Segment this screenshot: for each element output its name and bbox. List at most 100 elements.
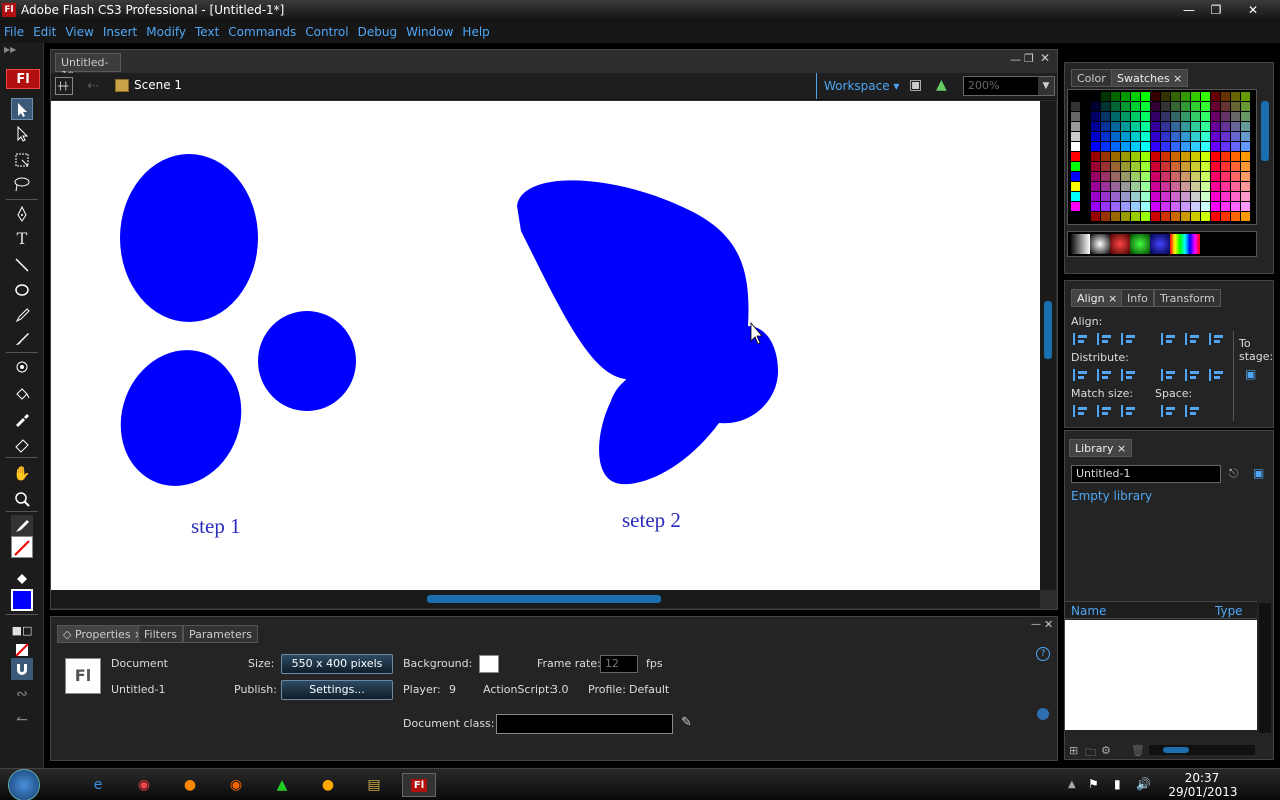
column-type[interactable]: Type [1215, 604, 1243, 618]
color-swatch[interactable] [1111, 152, 1120, 161]
color-swatch[interactable] [1231, 162, 1240, 171]
color-swatch[interactable] [1191, 102, 1200, 111]
color-swatch[interactable] [1091, 102, 1100, 111]
color-swatch[interactable] [1161, 212, 1170, 221]
color-swatch[interactable] [1161, 152, 1170, 161]
color-swatch[interactable] [1091, 152, 1100, 161]
color-swatch[interactable] [1091, 92, 1100, 101]
color-swatch[interactable] [1151, 132, 1160, 141]
color-swatch[interactable] [1081, 162, 1090, 171]
free-transform-tool-icon[interactable] [11, 149, 33, 171]
color-swatch[interactable] [1121, 202, 1130, 211]
distribute-hcenter-icon[interactable] [1185, 369, 1201, 381]
color-swatch[interactable] [1231, 132, 1240, 141]
menu-file[interactable]: File [0, 22, 29, 39]
frame-rate-input[interactable]: 12 [600, 655, 638, 673]
space-horizontal-icon[interactable] [1185, 405, 1201, 417]
tab-parameters[interactable]: Parameters [183, 625, 258, 643]
color-swatch[interactable] [1071, 192, 1080, 201]
color-swatch[interactable] [1191, 162, 1200, 171]
horizontal-scrollbar[interactable] [51, 590, 1040, 608]
color-swatch[interactable] [1211, 172, 1220, 181]
color-swatch[interactable] [1141, 172, 1150, 181]
color-swatch[interactable] [1111, 212, 1120, 221]
speaker-icon[interactable]: 🔊 [1136, 777, 1151, 791]
color-swatch[interactable] [1081, 182, 1090, 191]
color-swatch[interactable] [1101, 202, 1110, 211]
color-swatch[interactable] [1191, 172, 1200, 181]
color-swatch[interactable] [1211, 202, 1220, 211]
color-swatch[interactable] [1141, 182, 1150, 191]
color-swatch[interactable] [1111, 162, 1120, 171]
color-swatch[interactable] [1111, 182, 1120, 191]
color-swatch[interactable] [1081, 92, 1090, 101]
color-swatch[interactable] [1141, 192, 1150, 201]
color-swatch[interactable] [1201, 132, 1210, 141]
color-swatch[interactable] [1241, 102, 1250, 111]
color-swatch[interactable] [1141, 102, 1150, 111]
color-swatch[interactable] [1201, 152, 1210, 161]
color-swatch[interactable] [1241, 122, 1250, 131]
new-symbol-icon[interactable]: ⊞ [1069, 744, 1078, 757]
match-height-icon[interactable] [1097, 405, 1113, 417]
color-swatch[interactable] [1171, 92, 1180, 101]
stroke-swatch[interactable] [11, 536, 33, 558]
color-swatch[interactable] [1121, 212, 1130, 221]
color-swatch[interactable] [1241, 162, 1250, 171]
color-swatch[interactable] [1071, 182, 1080, 191]
collapse-arrow-icon[interactable]: ▶▶ [4, 46, 40, 54]
color-swatch[interactable] [1131, 152, 1140, 161]
color-swatch[interactable] [1181, 92, 1190, 101]
clock-date[interactable]: 29/01/2013 [1168, 785, 1238, 799]
color-swatch[interactable] [1121, 102, 1130, 111]
color-swatch[interactable] [1171, 172, 1180, 181]
color-swatch[interactable] [1131, 112, 1140, 121]
color-swatch[interactable] [1161, 112, 1170, 121]
color-swatch[interactable] [1131, 162, 1140, 171]
color-swatch[interactable] [1221, 202, 1230, 211]
align-right-icon[interactable] [1121, 333, 1137, 345]
match-both-icon[interactable] [1121, 405, 1137, 417]
color-swatch[interactable] [1131, 212, 1140, 221]
color-swatch[interactable] [1071, 122, 1080, 131]
color-swatch[interactable] [1181, 112, 1190, 121]
color-swatch[interactable] [1171, 212, 1180, 221]
color-swatch[interactable] [1081, 192, 1090, 201]
color-swatch[interactable] [1151, 202, 1160, 211]
distribute-top-icon[interactable] [1073, 369, 1089, 381]
line-tool-icon[interactable] [11, 254, 33, 276]
paint-bucket-tool-icon[interactable] [11, 383, 33, 405]
color-swatch[interactable] [1181, 142, 1190, 151]
ink-bottle-tool-icon[interactable] [11, 356, 33, 378]
color-swatch[interactable] [1211, 142, 1220, 151]
color-swatch[interactable] [1231, 182, 1240, 191]
color-swatch[interactable] [1101, 112, 1110, 121]
color-swatch[interactable] [1211, 122, 1220, 131]
doc-minimize-icon[interactable]: — [1010, 53, 1021, 66]
color-swatch[interactable] [1091, 122, 1100, 131]
settings-button[interactable]: Settings... [281, 680, 393, 700]
color-swatch[interactable] [1241, 192, 1250, 201]
menu-text[interactable]: Text [191, 22, 224, 39]
color-swatch[interactable] [1241, 142, 1250, 151]
panel-close-icon[interactable]: ✕ [1044, 618, 1053, 631]
color-swatch[interactable] [1181, 202, 1190, 211]
doc-restore-icon[interactable]: ❐ [1024, 52, 1034, 65]
color-swatch[interactable] [1211, 132, 1220, 141]
color-swatch[interactable] [1101, 122, 1110, 131]
maximize-button[interactable]: ❐ [1203, 2, 1229, 18]
swatch-scrollbar-thumb[interactable] [1261, 101, 1269, 161]
library-hscrollbar[interactable] [1149, 745, 1255, 755]
color-swatch[interactable] [1071, 112, 1080, 121]
color-swatch[interactable] [1071, 202, 1080, 211]
color-swatch[interactable] [1221, 132, 1230, 141]
color-swatch[interactable] [1111, 192, 1120, 201]
pin-library-icon[interactable]: ⎋ [1229, 466, 1239, 481]
color-swatch[interactable] [1141, 202, 1150, 211]
flag-icon[interactable]: ⚑ [1088, 777, 1099, 791]
color-swatch[interactable] [1171, 132, 1180, 141]
color-swatch[interactable] [1151, 152, 1160, 161]
color-swatch[interactable] [1201, 212, 1210, 221]
color-swatch[interactable] [1231, 92, 1240, 101]
color-swatch[interactable] [1121, 132, 1130, 141]
